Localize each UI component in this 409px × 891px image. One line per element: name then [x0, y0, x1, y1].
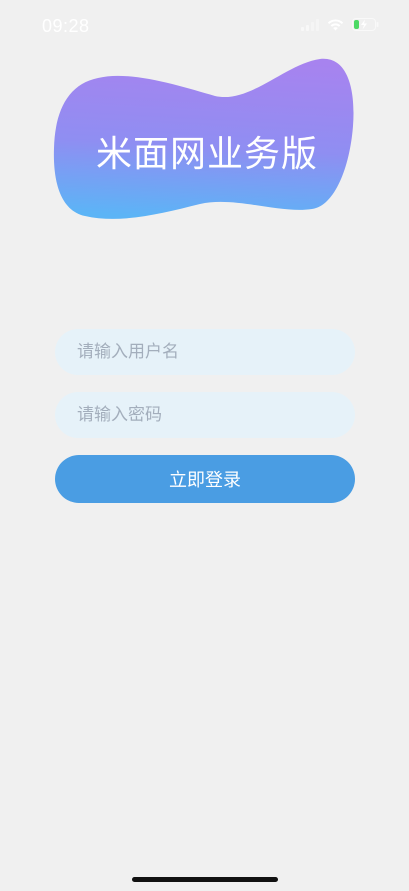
status-time: 09:28 — [42, 16, 90, 36]
home-indicator[interactable] — [132, 877, 278, 882]
password-input[interactable] — [55, 392, 355, 438]
status-bar: 09:28 — [0, 0, 409, 54]
battery-charging-icon — [352, 18, 379, 31]
username-input[interactable] — [55, 329, 355, 375]
login-button[interactable]: 立即登录 — [55, 455, 355, 503]
wifi-icon — [327, 18, 344, 31]
header-blob: 米面网业务版 — [50, 56, 356, 224]
app-title: 米面网业务版 — [95, 134, 318, 175]
status-icons — [301, 18, 379, 31]
signal-icon — [301, 18, 319, 31]
